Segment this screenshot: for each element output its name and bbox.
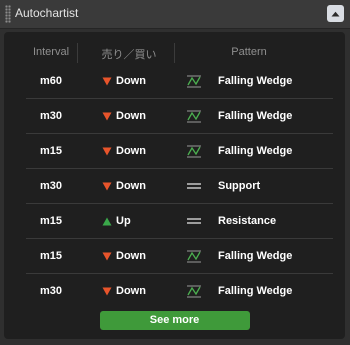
see-more-button[interactable]: See more (99, 311, 250, 330)
falling-wedge-icon (187, 250, 201, 263)
row-direction: Down (102, 134, 182, 168)
widget-title: Autochartist (15, 6, 79, 20)
row-direction: Up (102, 204, 182, 238)
horizontal-level-icon (187, 218, 201, 224)
pattern-list: m60 Down Falling Wedge m30 Down Falling Wedge… (4, 64, 345, 308)
row-pattern: Resistance (218, 215, 277, 227)
table-row[interactable]: m30 Down Falling Wedge (26, 274, 333, 308)
row-direction-label: Down (116, 145, 146, 158)
row-pattern-icon-cell (186, 99, 204, 133)
row-pattern: Falling Wedge (218, 285, 293, 297)
row-pattern-icon-cell (186, 169, 204, 203)
header-direction: 売り／買い (101, 49, 157, 61)
row-direction-label: Down (116, 285, 146, 298)
table-row[interactable]: m15 Down Falling Wedge (26, 239, 333, 274)
table-row[interactable]: m60 Down Falling Wedge (26, 64, 333, 99)
widget-header: Autochartist (0, 0, 350, 29)
down-arrow-icon (102, 252, 112, 261)
row-direction: Down (102, 64, 182, 98)
row-direction-label: Down (116, 75, 146, 88)
row-direction-label: Down (116, 180, 146, 193)
table-row[interactable]: m15 Down Falling Wedge (26, 134, 333, 169)
row-direction-label: Down (116, 110, 146, 123)
row-direction: Down (102, 239, 182, 273)
row-interval: m30 (39, 110, 63, 122)
falling-wedge-icon (187, 145, 201, 158)
row-interval: m15 (39, 215, 63, 227)
row-pattern-icon-cell (186, 274, 204, 308)
row-pattern: Falling Wedge (218, 110, 293, 122)
row-pattern-icon-cell (186, 134, 204, 168)
row-interval: m60 (39, 75, 63, 87)
row-interval: m30 (39, 285, 63, 297)
down-arrow-icon (102, 112, 112, 121)
row-interval: m30 (39, 180, 63, 192)
row-pattern-icon-cell (186, 64, 204, 98)
table-row[interactable]: m15 Up Resistance (26, 204, 333, 239)
up-arrow-icon (102, 217, 112, 226)
horizontal-level-icon (187, 183, 201, 189)
falling-wedge-icon (187, 75, 201, 88)
row-pattern: Falling Wedge (218, 145, 293, 157)
row-direction-label: Up (116, 215, 131, 228)
row-pattern: Falling Wedge (218, 250, 293, 262)
table-header: Interval 売り／買い Pattern (4, 42, 345, 64)
row-pattern-icon-cell (186, 239, 204, 273)
down-arrow-icon (102, 182, 112, 191)
header-interval: Interval (32, 46, 70, 58)
falling-wedge-icon (187, 285, 201, 298)
falling-wedge-icon (187, 110, 201, 123)
patterns-panel: Interval 売り／買い Pattern m60 Down Falling We… (4, 32, 345, 339)
table-row[interactable]: m30 Down Support (26, 169, 333, 204)
row-pattern: Support (218, 180, 261, 192)
row-interval: m15 (39, 250, 63, 262)
down-arrow-icon (102, 77, 112, 86)
down-arrow-icon (102, 147, 112, 156)
collapse-button[interactable] (327, 5, 344, 22)
row-direction: Down (102, 99, 182, 133)
row-interval: m15 (39, 145, 63, 157)
header-divider (77, 43, 78, 63)
row-direction-label: Down (116, 250, 146, 263)
row-direction: Down (102, 169, 182, 203)
row-direction: Down (102, 274, 182, 308)
drag-handle[interactable] (5, 5, 11, 23)
footer: See more (4, 311, 345, 330)
down-arrow-icon (102, 287, 112, 296)
autochartist-widget: Autochartist Interval 売り／買い Pattern m60 D… (0, 0, 350, 345)
table-row[interactable]: m30 Down Falling Wedge (26, 99, 333, 134)
chevron-up-icon (331, 11, 340, 16)
header-divider (174, 43, 175, 63)
header-pattern: Pattern (231, 46, 267, 58)
row-pattern-icon-cell (186, 204, 204, 238)
row-pattern: Falling Wedge (218, 75, 293, 87)
